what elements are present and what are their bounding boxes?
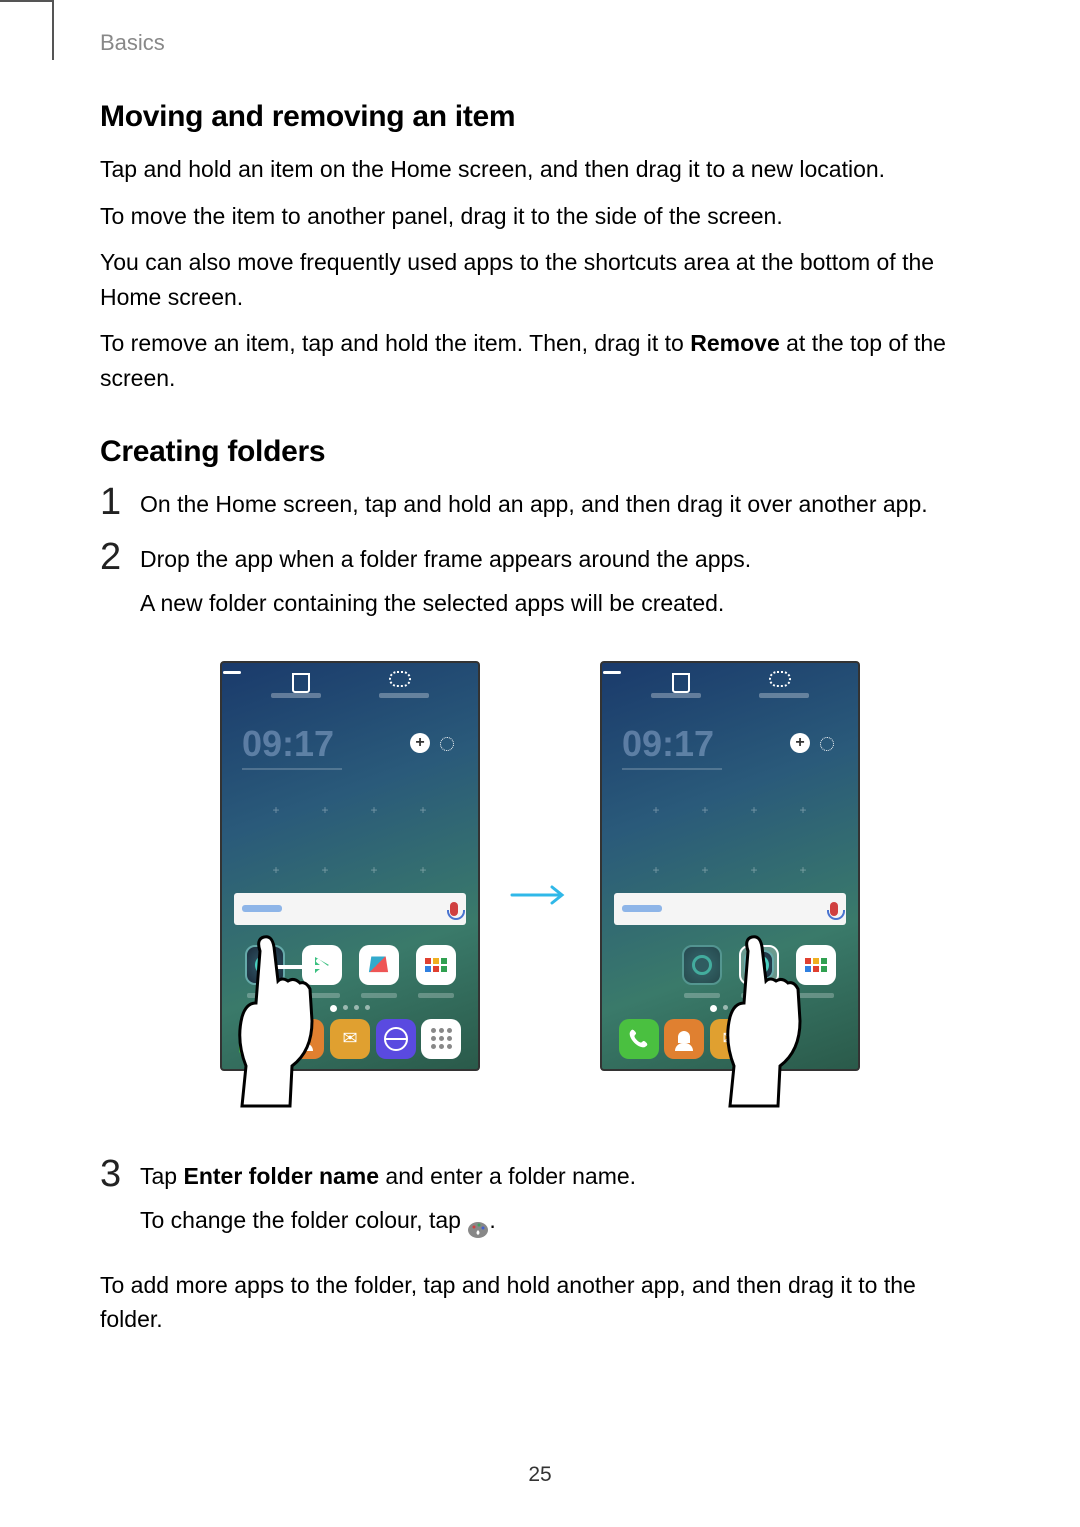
search-placeholder [242,905,282,912]
page-content: Moving and removing an item Tap and hold… [100,100,980,1349]
phone-top-labels [222,693,478,698]
home-grid-row1 [602,803,858,811]
trash-icon [671,671,691,691]
step-3: 3 Tap Enter folder name and enter a fold… [100,1159,980,1248]
weather-sun-icon [434,731,458,755]
step-2: 2 Drop the app when a folder frame appea… [100,542,980,631]
google-search-bar [614,893,846,925]
section1-p2: To move the item to another panel, drag … [100,199,980,234]
hand-pointer-before [230,931,370,1111]
page-corner-horizontal [0,0,52,2]
step3-line2-post: . [489,1207,495,1233]
step-1: 1 On the Home screen, tap and hold an ap… [100,487,980,522]
section1-title: Moving and removing an item [100,100,980,134]
step3-line2-pre: To change the folder colour, tap [140,1207,467,1233]
step-3-body: Tap Enter folder name and enter a folder… [140,1159,980,1248]
move-apps-icon [389,671,409,691]
page-corner-vertical [52,0,54,60]
step-1-body: On the Home screen, tap and hold an app,… [140,487,980,522]
phone-top-icons [222,671,478,691]
clock-widget: 09:17 [242,723,334,765]
weather-sun-icon [814,731,838,755]
step-3-line2: To change the folder colour, tap . [140,1203,980,1238]
home-grid-row1 [222,803,478,811]
search-placeholder [622,905,662,912]
google-folder-icon [416,945,456,985]
section1-p4: To remove an item, tap and hold the item… [100,326,980,395]
home-grid-row2 [222,863,478,871]
step-1-number: 1 [100,483,140,521]
section1-p4-pre: To remove an item, tap and hold the item… [100,330,690,356]
clock-underline [622,768,722,770]
clock-widget: 09:17 [622,723,714,765]
browser-app-icon [376,1019,416,1059]
section2-closing: To add more apps to the folder, tap and … [100,1268,980,1337]
step3-post: and enter a folder name. [379,1163,636,1189]
step3-bold: Enter folder name [183,1163,379,1189]
figure-phone-after: 09:17 + [600,661,860,1129]
phone-app-icon [619,1019,659,1059]
step-2-number: 2 [100,538,140,576]
figure-phone-before: 09:17 + [220,661,480,1129]
section1-p1: Tap and hold an item on the Home screen,… [100,152,980,187]
section2-title: Creating folders [100,435,980,469]
camera-app-icon-ghost [682,945,722,985]
google-search-bar [234,893,466,925]
palette-icon [467,1213,489,1231]
step-3-line1: Tap Enter folder name and enter a folder… [140,1159,980,1194]
section1-p4-bold: Remove [690,330,779,356]
step-2-text2: A new folder containing the selected app… [140,586,980,621]
contacts-app-icon [664,1019,704,1059]
mic-icon [830,902,838,916]
clock-underline [242,768,342,770]
mic-icon [450,902,458,916]
move-apps-icon [769,671,789,691]
weather-widget: + [410,731,458,755]
home-grid-row2 [602,863,858,871]
section1-p3: You can also move frequently used apps t… [100,245,980,314]
trash-icon [291,671,311,691]
apps-drawer-icon [421,1019,461,1059]
figure-row: 09:17 + [100,661,980,1129]
phone-top-labels [602,693,858,698]
step-2-body: Drop the app when a folder frame appears… [140,542,980,631]
weather-add-icon: + [410,733,430,753]
weather-widget: + [790,731,838,755]
weather-add-icon: + [790,733,810,753]
step3-pre: Tap [140,1163,183,1189]
page-number: 25 [0,1463,1080,1487]
step-3-number: 3 [100,1155,140,1193]
step-2-text1: Drop the app when a folder frame appears… [140,542,980,577]
transition-arrow [510,883,570,907]
hand-pointer-after [718,931,858,1111]
header-section-label: Basics [100,30,165,56]
phone-top-icons [602,671,858,691]
